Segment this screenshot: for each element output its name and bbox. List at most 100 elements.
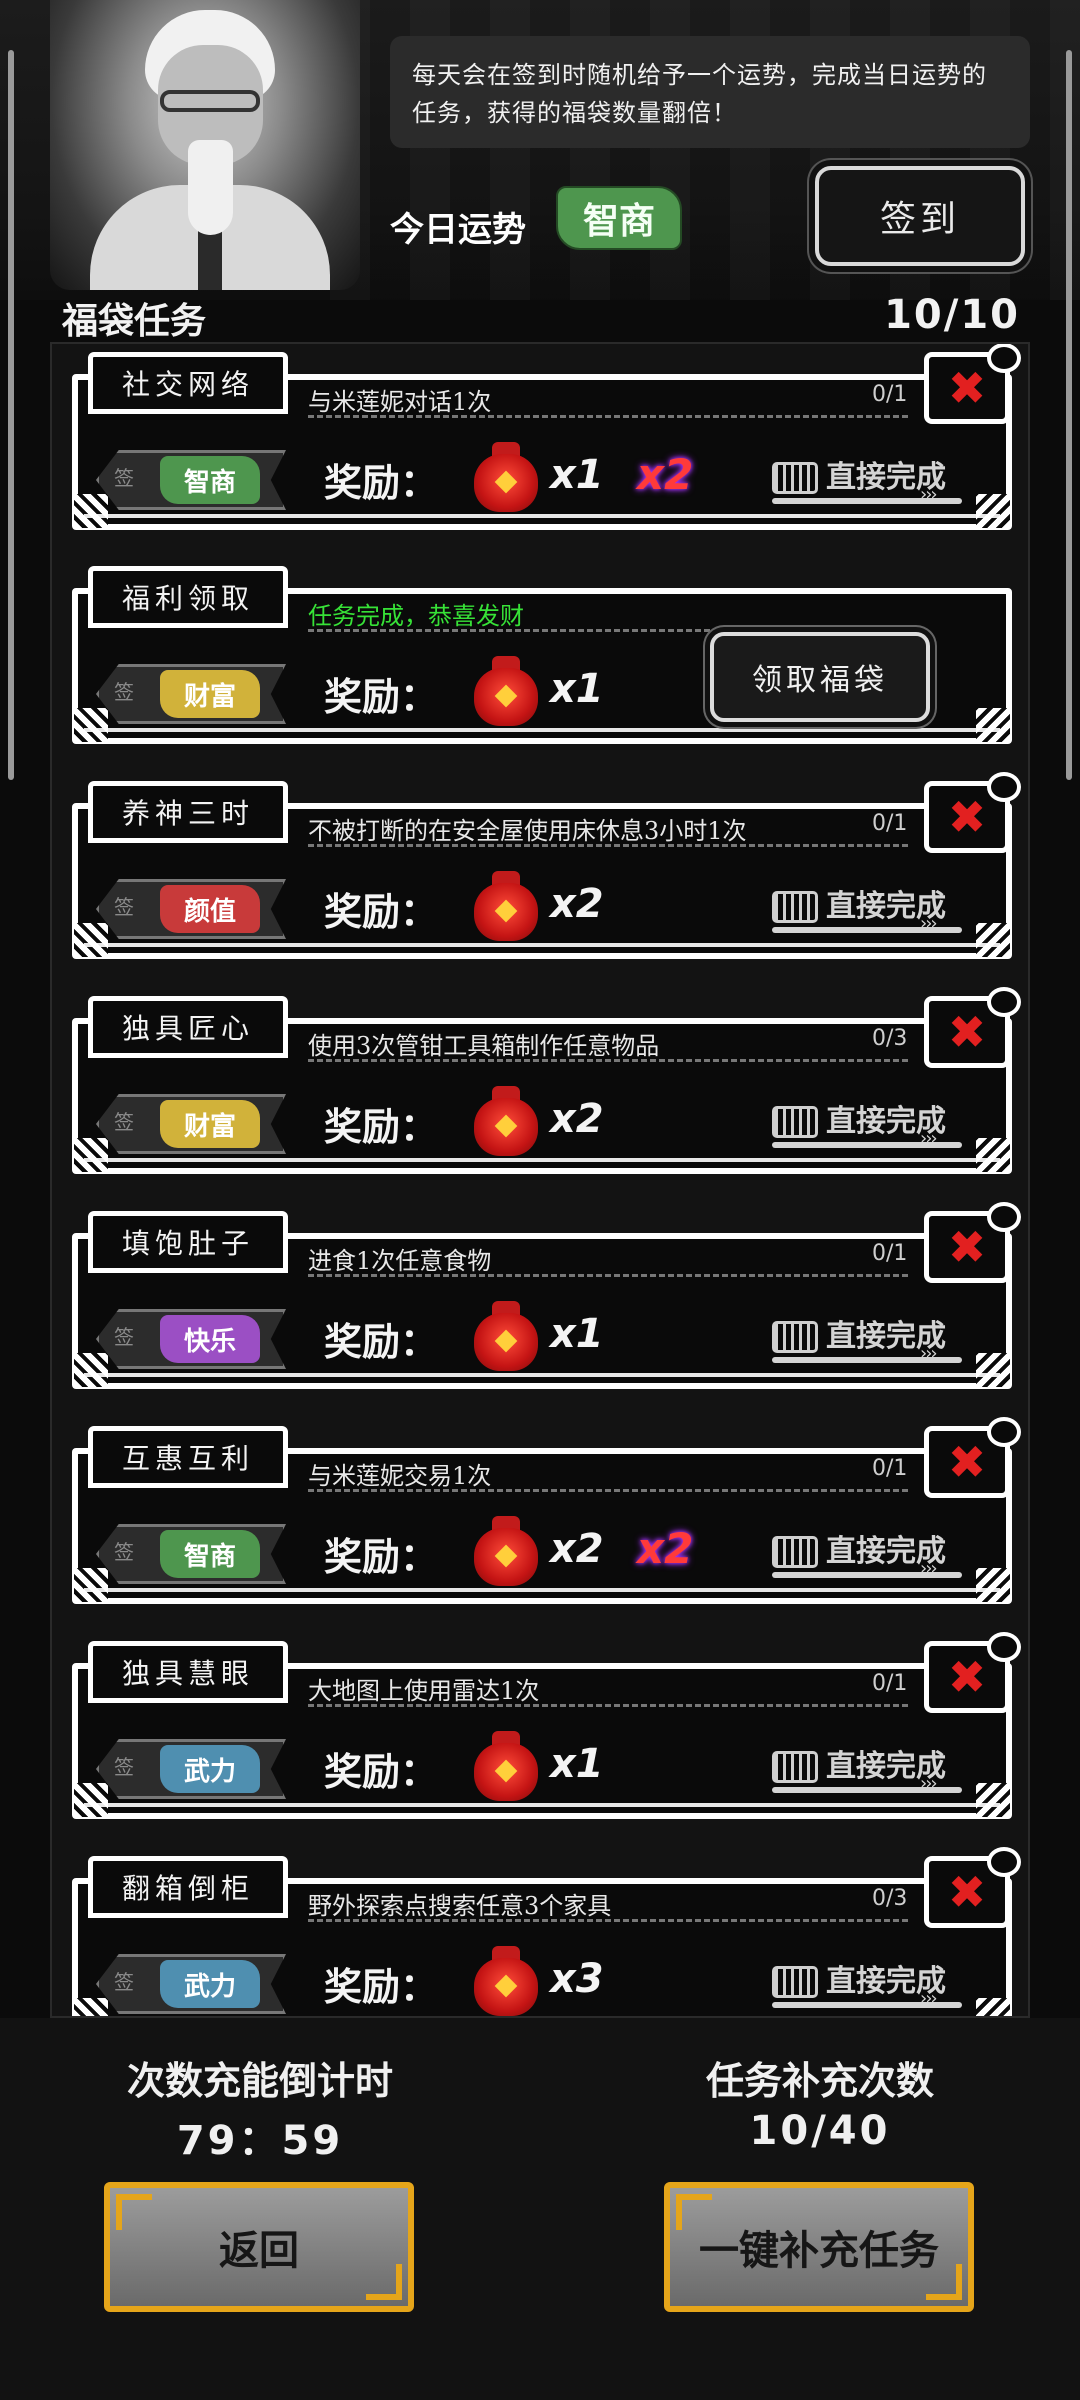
reward-quantity: x2 (550, 881, 604, 927)
checkin-button[interactable]: 签到 (815, 166, 1025, 266)
sign-char: 签 (114, 680, 134, 704)
close-icon: ✖ (947, 1650, 987, 1704)
task-description: 野外探索点搜索任意3个家具 (308, 1886, 908, 1922)
fortune-label: 今日运势 (390, 210, 526, 250)
reward-multiplier: x2 (637, 450, 694, 499)
refill-tasks-button[interactable]: 一键补充任务 (664, 2182, 974, 2312)
back-button[interactable]: 返回 (104, 2182, 414, 2312)
reward-label: 奖励： (324, 675, 439, 719)
task-progress: 0/1 (872, 1241, 908, 1266)
lucky-bag-icon (474, 442, 538, 512)
task-card: 福利领取 任务完成，恭喜发财签 财富 奖励： x1 领取福袋 (72, 566, 1012, 756)
delete-task-button[interactable]: ✖ (924, 1847, 1021, 1928)
close-icon: ✖ (947, 1435, 987, 1489)
fortune-badge: 签 财富 (96, 1094, 286, 1154)
close-icon: ✖ (947, 1220, 987, 1274)
task-count: 10/10 (884, 292, 1020, 338)
ticket-icon (772, 891, 818, 923)
sign-char: 签 (114, 1110, 134, 1134)
reward-quantity: x1 (550, 1741, 604, 1787)
reward-quantity: x3 (550, 1956, 604, 2002)
close-icon: ✖ (947, 1865, 987, 1919)
task-description: 任务完成，恭喜发财 (308, 596, 908, 632)
complete-now-button[interactable]: 直接完成 ››› (772, 1956, 972, 2010)
task-description: 与米莲妮对话1次 (308, 382, 908, 418)
delete-task-button[interactable]: ✖ (924, 1632, 1021, 1713)
close-icon: ✖ (947, 790, 987, 844)
task-progress: 0/1 (872, 382, 908, 407)
fortune-tag: 武力 (160, 1745, 260, 1793)
task-list[interactable]: 社交网络 与米莲妮对话1次 0/1 ✖ 签智商 奖励： x1 x2 直接完成 ››› 福利领取 任务完… (50, 342, 1030, 2018)
reward-quantity: x2 (550, 1096, 604, 1142)
reward-quantity: x1 (550, 666, 604, 712)
ticket-icon (772, 1751, 818, 1783)
ticket-icon (772, 1321, 818, 1353)
reward-label: 奖励： (324, 890, 439, 934)
countdown-label: 次数充能倒计时 (126, 2059, 393, 2103)
task-name: 翻箱倒柜 (88, 1856, 288, 1918)
fortune-tag: 武力 (160, 1960, 260, 2008)
task-name: 独具慧眼 (88, 1641, 288, 1703)
lucky-bag-icon (474, 1301, 538, 1371)
complete-now-button[interactable]: 直接完成 ››› (772, 452, 972, 506)
complete-now-button[interactable]: 直接完成 ››› (772, 1526, 972, 1580)
task-progress: 0/1 (872, 1456, 908, 1481)
header: 每天会在签到时随机给予一个运势，完成当日运势的任务，获得的福袋数量翻倍！ 今日运… (0, 0, 1080, 300)
task-progress: 0/3 (872, 1886, 908, 1911)
lucky-bag-icon (474, 1731, 538, 1801)
task-card: 填饱肚子 进食1次任意食物 0/1 ✖ 签 快乐 奖励： x1 直接完成 ››› (72, 1202, 1021, 1401)
lucky-bag-icon (474, 1086, 538, 1156)
reward-quantity: x2 (550, 1526, 604, 1572)
complete-now-button[interactable]: 直接完成 ››› (772, 881, 972, 935)
task-card: 翻箱倒柜 野外探索点搜索任意3个家具 0/3 ✖ 签 武力 奖励： x3 直接完成 ››› (72, 1847, 1021, 2016)
fortune-tag: 智商 (556, 186, 682, 250)
lucky-bag-icon (474, 1946, 538, 2016)
close-icon: ✖ (947, 1005, 987, 1059)
delete-task-button[interactable]: ✖ (924, 1202, 1021, 1283)
speech-text: 每天会在签到时随机给予一个运势，完成当日运势的任务，获得的福袋数量翻倍！ (412, 61, 987, 127)
delete-task-button[interactable]: ✖ (924, 772, 1021, 853)
complete-now-button[interactable]: 直接完成 ››› (772, 1311, 972, 1365)
fortune-badge: 签 财富 (96, 664, 286, 724)
ticket-icon (772, 1536, 818, 1568)
task-progress: 0/1 (872, 1671, 908, 1696)
complete-now-button[interactable]: 直接完成 ››› (772, 1741, 972, 1795)
task-description: 不被打断的在安全屋使用床休息3小时1次 (308, 811, 908, 847)
chevron-right-icon: ››› (920, 1343, 938, 1364)
npc-portrait (50, 0, 360, 290)
chevron-right-icon: ››› (920, 1988, 938, 2009)
task-name: 福利领取 (88, 566, 288, 628)
refill-count-value: 10/40 (749, 2108, 891, 2154)
reward-label: 奖励： (324, 1965, 439, 2009)
countdown-value: 79：59 (176, 2118, 344, 2164)
lucky-bag-icon (474, 871, 538, 941)
close-icon: ✖ (947, 361, 987, 415)
task-description: 与米莲妮交易1次 (308, 1456, 908, 1492)
reward-label: 奖励： (324, 1535, 439, 1579)
task-name: 独具匠心 (88, 996, 288, 1058)
lucky-bag-icon (474, 1516, 538, 1586)
claim-bag-button[interactable]: 领取福袋 (710, 632, 930, 722)
task-description: 使用3次管钳工具箱制作任意物品 (308, 1026, 908, 1062)
fortune-badge: 签 智商 (96, 1524, 286, 1584)
sign-char: 签 (114, 1540, 134, 1564)
sign-char: 签 (114, 1970, 134, 1994)
complete-now-button[interactable]: 直接完成 ››› (772, 1096, 972, 1150)
delete-task-button[interactable]: ✖ (924, 344, 1021, 424)
task-card: 独具慧眼 大地图上使用雷达1次 0/1 ✖ 签 武力 奖励： x1 直接完成 ››› (72, 1632, 1021, 1831)
reward-multiplier: x2 (637, 1524, 694, 1573)
delete-task-button[interactable]: ✖ (924, 1417, 1021, 1498)
right-scroll-indicator (1066, 50, 1072, 780)
fortune-tag: 财富 (160, 670, 260, 718)
fortune-badge: 签 智商 (96, 450, 286, 510)
task-description: 进食1次任意食物 (308, 1241, 908, 1277)
sign-char: 签 (114, 895, 134, 919)
task-card: 养神三时 不被打断的在安全屋使用床休息3小时1次 0/1 ✖ 签 颜值 奖励： x2 直接完成 ›… (72, 772, 1021, 971)
delete-task-button[interactable]: ✖ (924, 987, 1021, 1068)
reward-quantity: x1 (550, 1311, 604, 1357)
fortune-tag: 财富 (160, 1100, 260, 1148)
task-progress: 0/1 (872, 811, 908, 836)
reward-label: 奖励： (324, 461, 439, 505)
chevron-right-icon: ››› (920, 1558, 938, 1579)
reward-quantity: x1 (550, 452, 604, 498)
